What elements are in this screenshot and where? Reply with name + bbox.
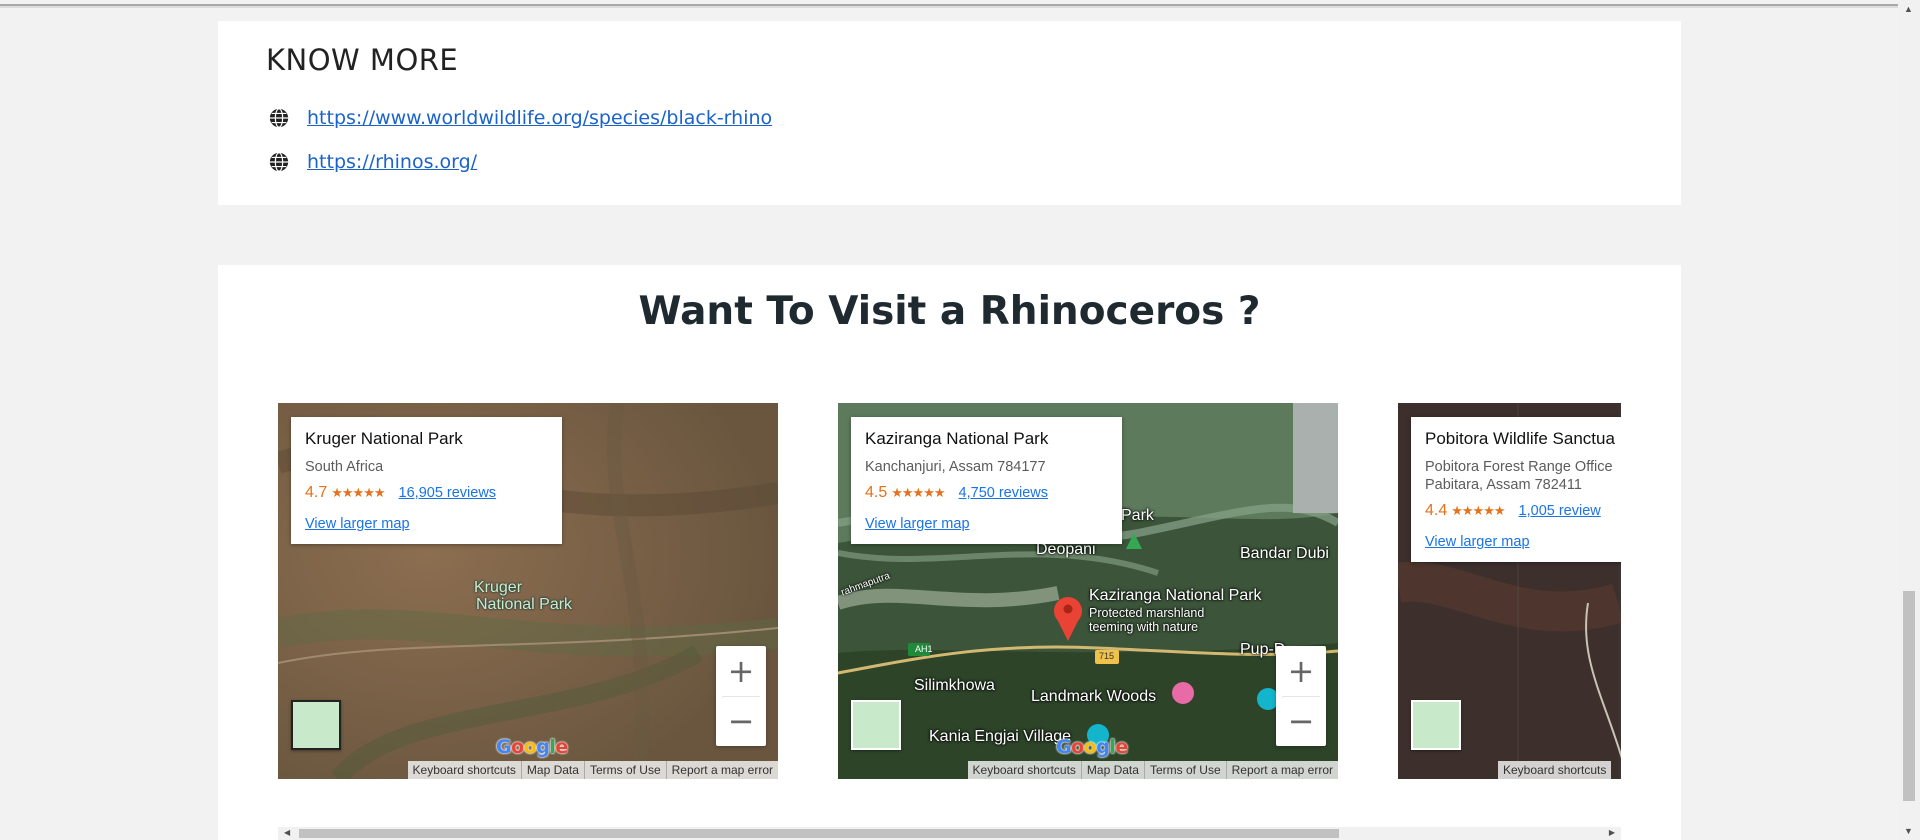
map-type-toggle[interactable] [291,700,341,750]
globe-icon [269,152,289,172]
place-address: Kanchanjuri, Assam 784177 [865,459,1046,475]
place-address: South Africa [305,459,384,475]
map-label-silimkhowa: Silimkhowa [914,677,995,694]
carousel-scrollbar[interactable]: ◀ ▶ [278,827,1621,840]
page-scrollbar[interactable]: ▲ ▼ [1898,0,1920,840]
report-error-link[interactable]: Report a map error [1225,761,1338,779]
maps-carousel[interactable]: Kruger National Park Kruger National Par… [278,403,1621,779]
zoom-in-button[interactable]: + [716,646,766,696]
reviews-link[interactable]: 1,005 review [1519,503,1601,519]
globe-icon [269,108,289,128]
scroll-up-arrow-icon[interactable]: ▲ [1904,4,1913,14]
scroll-left-arrow-icon[interactable]: ◀ [284,828,290,837]
google-logo: Google [1056,736,1128,758]
star-icons: ★★★★★ [331,485,385,500]
map-pobitora[interactable]: Pobitora Wildlife Sanctua Pobitora Fores… [1398,403,1621,779]
map-label-kania: Kania Engjai Village [929,728,1072,745]
page-scrollbar-thumb[interactable] [1903,591,1915,801]
report-error-link[interactable]: Report a map error [665,761,778,779]
map-type-toggle[interactable] [1411,700,1461,750]
know-more-title: KNOW MORE [266,43,459,77]
reviews-link[interactable]: 4,750 reviews [959,485,1048,501]
zoom-out-button[interactable]: − [1276,696,1326,746]
map-kaziranga[interactable]: AH1 715 rahmaputra Park Deopani Bandar D… [838,403,1338,779]
terms-link[interactable]: Terms of Use [583,761,666,779]
place-rating: 4.4 ★★★★★ 1,005 review [1425,502,1621,520]
map-label-715: 715 [1099,651,1115,661]
place-rating: 4.5 ★★★★★ 4,750 reviews [865,484,1108,502]
scroll-right-arrow-icon[interactable]: ▶ [1609,828,1615,837]
view-larger-map-link[interactable]: View larger map [305,516,548,532]
visit-section: Want To Visit a Rhinoceros ? Kruger Nati… [218,265,1681,840]
zoom-divider [722,696,760,697]
map-label-park: Park [1121,507,1154,524]
rating-score: 4.5 [865,484,888,501]
map-label-ah1: AH1 [915,644,933,654]
place-card-kaziranga: Kaziranga National Park Kanchanjuri, Ass… [851,417,1122,544]
star-icons: ★★★★★ [891,485,945,500]
place-name: Kruger National Park [305,429,463,448]
zoom-in-button[interactable]: + [1276,646,1326,696]
link-row-rhinos: https://rhinos.org/ [268,151,477,173]
view-larger-map-link[interactable]: View larger map [865,516,1108,532]
rating-score: 4.7 [305,484,328,501]
worldwildlife-link[interactable]: https://www.worldwildlife.org/species/bl… [307,107,772,129]
google-logo: Google [496,736,568,758]
map-data-link[interactable]: Map Data [520,761,584,779]
reviews-link[interactable]: 16,905 reviews [399,485,497,501]
scroll-down-arrow-icon[interactable]: ▼ [1904,826,1913,836]
place-card-kruger: Kruger National Park South Africa 4.7 ★★… [291,417,562,544]
map-label-teeming: teeming with nature [1089,620,1199,634]
visit-title: Want To Visit a Rhinoceros ? [638,289,1261,334]
place-rating: 4.7 ★★★★★ 16,905 reviews [305,484,548,502]
link-row-worldwildlife: https://www.worldwildlife.org/species/bl… [268,107,772,129]
map-attribution: Keyboard shortcuts Map Data Terms of Use… [967,761,1338,779]
place-name: Kaziranga National Park [865,429,1049,448]
zoom-divider [1282,696,1320,697]
carousel-scrollbar-thumb[interactable] [299,829,1339,838]
zoom-controls: + − [1276,646,1326,746]
map-label-bandar-dubi: Bandar Dubi [1240,545,1329,562]
map-label-landmark-woods: Landmark Woods [1031,688,1157,705]
keyboard-shortcuts-link[interactable]: Keyboard shortcuts [408,761,521,779]
map-label-kaziranga: Kaziranga National Park [1089,587,1262,604]
rating-score: 4.4 [1425,502,1448,519]
star-icons: ★★★★★ [1451,503,1505,518]
terms-link[interactable]: Terms of Use [1143,761,1226,779]
place-address-line-1: Pobitora Forest Range Office [1425,459,1613,475]
zoom-controls: + − [716,646,766,746]
view-larger-map-link[interactable]: View larger map [1425,534,1621,550]
keyboard-shortcuts-link[interactable]: Keyboard shortcuts [1498,761,1611,779]
map-label-national-park: National Park [476,596,573,613]
place-address-line-2: Pabitara, Assam 782411 [1425,477,1582,493]
map-label-kruger: Kruger [474,579,523,596]
rhinos-link[interactable]: https://rhinos.org/ [307,151,477,173]
map-type-toggle[interactable] [851,700,901,750]
map-kruger[interactable]: Kruger National Park Kruger National Par… [278,403,778,779]
keyboard-shortcuts-link[interactable]: Keyboard shortcuts [968,761,1081,779]
zoom-out-button[interactable]: − [716,696,766,746]
place-name: Pobitora Wildlife Sanctua [1425,429,1615,448]
map-data-link[interactable]: Map Data [1080,761,1144,779]
map-attribution: Keyboard shortcuts Map Data Terms of Use… [407,761,778,779]
place-card-pobitora: Pobitora Wildlife Sanctua Pobitora Fores… [1411,417,1621,562]
map-label-protected: Protected marshland [1089,606,1205,620]
top-divider [0,0,1898,8]
know-more-section: KNOW MORE https://www.worldwildlife.org/… [218,21,1681,205]
map-attribution: Keyboard shortcuts [1498,761,1612,779]
